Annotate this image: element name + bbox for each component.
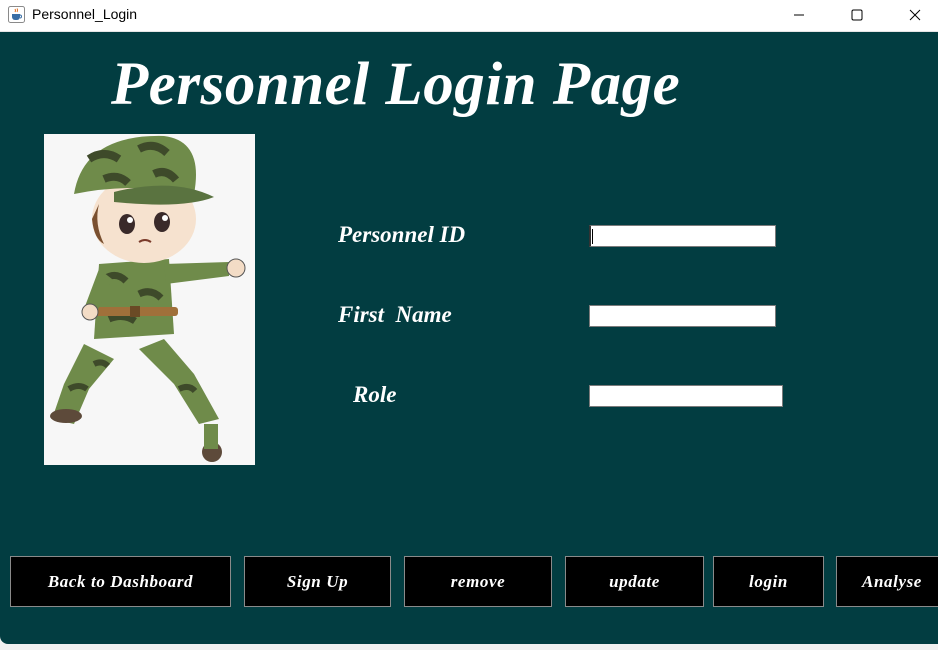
soldier-cartoon-illustration — [44, 134, 255, 465]
title-bar[interactable]: Personnel_Login — [0, 0, 938, 32]
java-cup-icon — [8, 6, 25, 23]
sign-up-button[interactable]: Sign Up — [244, 556, 391, 607]
window-title: Personnel_Login — [32, 6, 138, 22]
minimize-button[interactable] — [776, 0, 822, 31]
first-name-input[interactable] — [589, 305, 776, 327]
soldier-image — [44, 134, 255, 465]
analyse-button[interactable]: Analyse — [836, 556, 938, 607]
login-button[interactable]: login — [713, 556, 824, 607]
page-title: Personnel Login Page — [111, 51, 681, 118]
close-icon — [909, 9, 921, 21]
back-to-dashboard-button[interactable]: Back to Dashboard — [10, 556, 231, 607]
close-button[interactable] — [892, 0, 938, 31]
app-window: Personnel_Login Personnel Login Page Per… — [0, 0, 938, 650]
maximize-icon — [851, 9, 863, 21]
role-label: Role — [353, 382, 397, 407]
first-name-label: First Name — [338, 302, 452, 327]
minimize-icon — [794, 14, 804, 16]
login-panel: Personnel Login Page Personnel ID First … — [0, 32, 938, 644]
personnel-id-input[interactable] — [589, 225, 776, 247]
role-input[interactable] — [589, 385, 783, 407]
remove-button[interactable]: remove — [404, 556, 552, 607]
text-cursor — [592, 229, 593, 244]
maximize-button[interactable] — [834, 0, 880, 31]
taskbar-edge — [340, 644, 750, 650]
personnel-id-label: Personnel ID — [338, 222, 466, 247]
update-button[interactable]: update — [565, 556, 704, 607]
